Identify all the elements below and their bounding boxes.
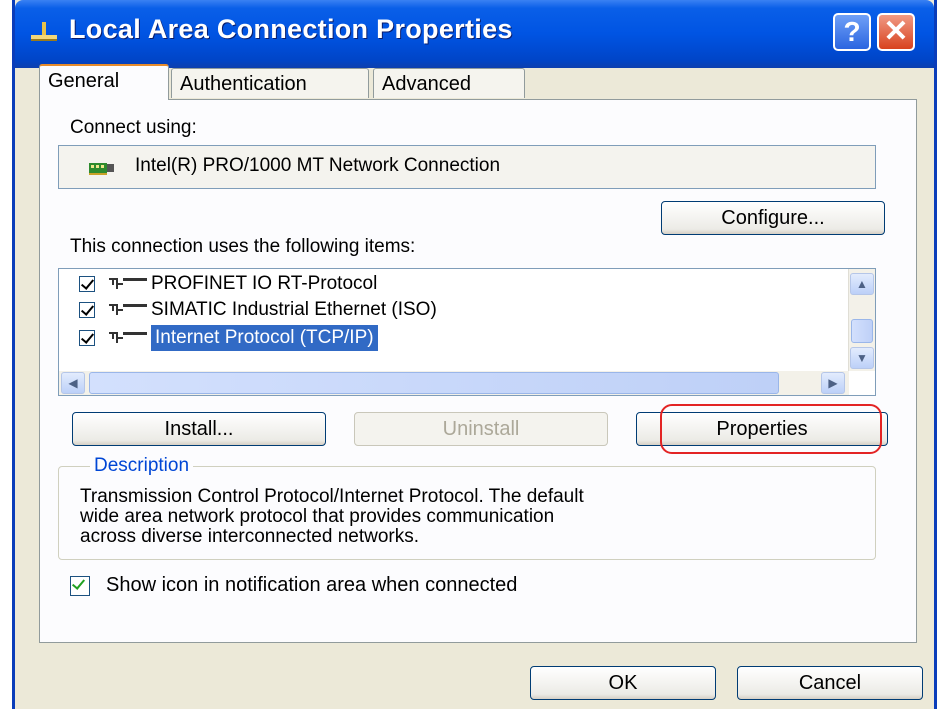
- item-checkbox[interactable]: [79, 330, 95, 346]
- show-icon-checkbox[interactable]: [70, 576, 90, 596]
- network-connection-icon: [31, 22, 57, 41]
- vertical-scroll-thumb[interactable]: [851, 319, 873, 343]
- item-label: PROFINET IO RT-Protocol: [151, 273, 378, 294]
- configure-button[interactable]: Configure...: [661, 201, 885, 235]
- items-list[interactable]: PROFINET IO RT-Protocol SIMATIC Industri…: [58, 268, 876, 396]
- scroll-left-icon[interactable]: ◀: [61, 372, 85, 394]
- list-item[interactable]: SIMATIC Industrial Ethernet (ISO): [79, 297, 839, 323]
- ok-button[interactable]: OK: [530, 666, 716, 700]
- adapter-name: Intel(R) PRO/1000 MT Network Connection: [135, 155, 501, 176]
- connect-using-label: Connect using:: [70, 117, 197, 138]
- uninstall-button[interactable]: Uninstall: [354, 412, 608, 446]
- item-checkbox[interactable]: [79, 302, 95, 318]
- item-label: SIMATIC Industrial Ethernet (ISO): [151, 299, 437, 320]
- tab-authentication[interactable]: Authentication: [171, 68, 369, 98]
- horizontal-scrollbar[interactable]: ◀ ▶: [59, 371, 849, 395]
- close-button[interactable]: ✕: [877, 13, 915, 51]
- title-bar[interactable]: Local Area Connection Properties ? ✕: [15, 0, 934, 68]
- scroll-down-icon[interactable]: ▼: [850, 347, 874, 369]
- horizontal-scroll-thumb[interactable]: [89, 372, 779, 394]
- highlight-annotation: [660, 404, 882, 454]
- install-button[interactable]: Install...: [72, 412, 326, 446]
- network-protocol-icon: [109, 278, 147, 289]
- list-item-selected[interactable]: Internet Protocol (TCP/IP): [79, 325, 839, 351]
- vertical-scrollbar[interactable]: ▲ ▼: [848, 269, 875, 371]
- list-item[interactable]: PROFINET IO RT-Protocol: [79, 271, 839, 297]
- scroll-right-icon[interactable]: ▶: [821, 372, 845, 394]
- window-title: Local Area Connection Properties: [69, 14, 513, 44]
- description-line: wide area network protocol that provides…: [80, 506, 555, 527]
- tab-advanced[interactable]: Advanced: [373, 68, 525, 98]
- help-button[interactable]: ?: [833, 13, 871, 51]
- adapter-field: Intel(R) PRO/1000 MT Network Connection: [58, 145, 876, 189]
- cancel-button[interactable]: Cancel: [737, 666, 923, 700]
- item-checkbox[interactable]: [79, 276, 95, 292]
- description-line: Transmission Control Protocol/Internet P…: [80, 486, 584, 507]
- show-icon-label: Show icon in notification area when conn…: [106, 574, 518, 596]
- tab-general[interactable]: General: [39, 64, 169, 100]
- scroll-up-icon[interactable]: ▲: [850, 273, 874, 295]
- description-line: across diverse interconnected networks.: [80, 526, 419, 547]
- item-label: Internet Protocol (TCP/IP): [151, 325, 378, 351]
- network-card-icon: [89, 163, 114, 175]
- network-protocol-icon: [109, 304, 147, 315]
- network-protocol-icon: [109, 332, 147, 343]
- description-legend: Description: [90, 455, 194, 477]
- items-label: This connection uses the following items…: [70, 236, 416, 257]
